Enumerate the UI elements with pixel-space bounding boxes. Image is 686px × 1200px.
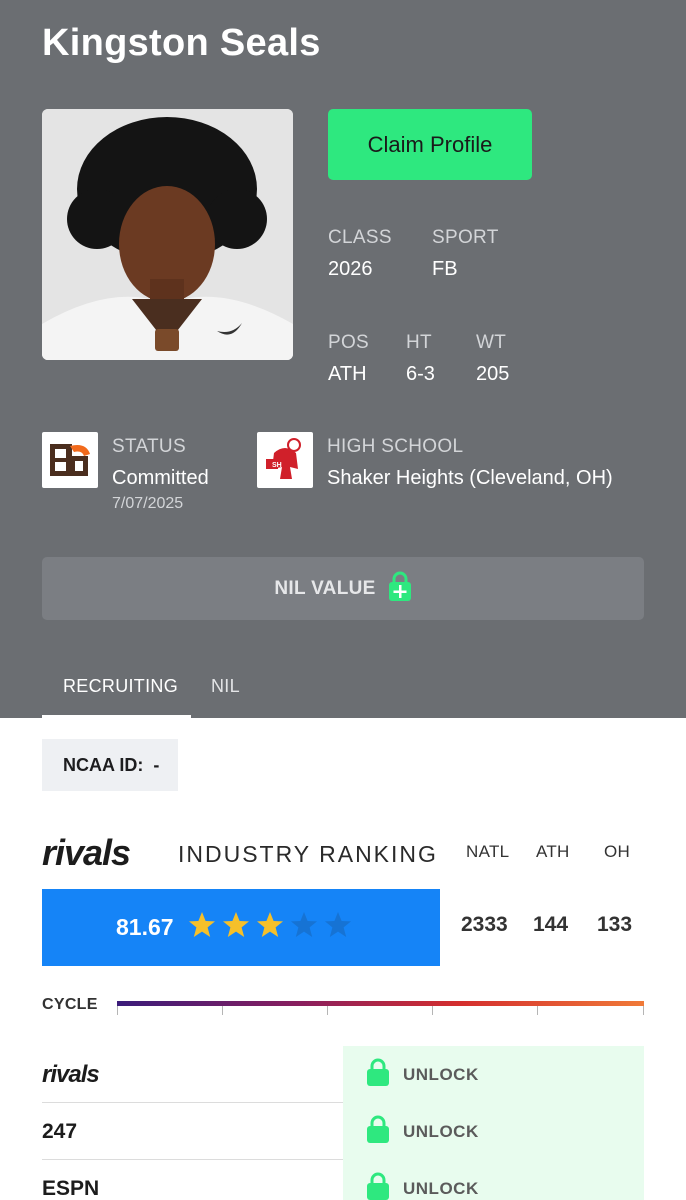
rank-pos: 144 xyxy=(533,913,569,936)
service-row-rivals: rivals UNLOCK xyxy=(42,1046,644,1103)
rating-score: 81.67 xyxy=(116,914,174,940)
star-icon xyxy=(290,911,318,944)
cycle-tick xyxy=(643,1006,644,1015)
cycle-tick xyxy=(327,1006,328,1015)
cycle-tick xyxy=(432,1006,433,1015)
unlock-label: UNLOCK xyxy=(403,1121,479,1141)
wt-value: 205 xyxy=(476,363,510,385)
service-row-247: 247 UNLOCK xyxy=(42,1103,644,1160)
class-value: 2026 xyxy=(328,258,373,280)
wt-label: WT xyxy=(476,332,507,353)
service-name: ESPN xyxy=(42,1176,100,1200)
cycle-timeline xyxy=(117,1001,644,1006)
team-logo[interactable] xyxy=(42,432,98,488)
cycle-label: CYCLE xyxy=(42,996,98,1013)
col-pos: ATH xyxy=(536,842,570,861)
commit-date: 7/07/2025 xyxy=(112,495,184,512)
lock-icon xyxy=(367,1115,389,1148)
nil-value-label: NIL VALUE xyxy=(274,577,376,599)
service-name: 247 xyxy=(42,1119,78,1143)
star-icon xyxy=(256,911,284,944)
player-photo xyxy=(42,109,293,360)
cycle-tick xyxy=(117,1006,118,1015)
industry-ranking-title: INDUSTRY RANKING xyxy=(178,841,438,867)
nil-value-bar[interactable]: NIL VALUE xyxy=(42,557,644,620)
rank-state: 133 xyxy=(597,913,633,936)
unlock-button[interactable]: UNLOCK xyxy=(343,1160,644,1200)
school-logo[interactable]: SH xyxy=(257,432,313,488)
ht-label: HT xyxy=(406,332,432,353)
ncaa-id-value: - xyxy=(153,754,160,775)
cycle-tick xyxy=(222,1006,223,1015)
status-label: STATUS xyxy=(112,436,186,457)
col-natl: NATL xyxy=(466,842,510,861)
high-school-value: Shaker Heights (Cleveland, OH) xyxy=(327,467,613,489)
lock-icon xyxy=(367,1172,389,1200)
tab-nil[interactable]: NIL xyxy=(211,676,240,718)
col-state: OH xyxy=(604,842,631,861)
profile-header: Kingston Seals Claim Profile CLASS 2026 … xyxy=(0,0,686,718)
tab-recruiting[interactable]: RECRUITING xyxy=(42,676,191,718)
rivals-logo-small: rivals xyxy=(42,1060,100,1088)
star-rating xyxy=(188,911,352,944)
ncaa-id-label: NCAA ID: xyxy=(63,754,144,775)
star-icon xyxy=(222,911,250,944)
high-school-label: HIGH SCHOOL xyxy=(327,436,464,457)
rating-bar: 81.67 xyxy=(42,889,440,966)
lock-icon xyxy=(367,1058,389,1091)
star-icon xyxy=(324,911,352,944)
service-row-espn: ESPN UNLOCK xyxy=(42,1160,644,1200)
claim-profile-button[interactable]: Claim Profile xyxy=(328,109,532,180)
rivals-logo: rivals xyxy=(42,832,131,873)
svg-text:SH: SH xyxy=(272,462,282,469)
unlock-button[interactable]: UNLOCK xyxy=(343,1103,644,1160)
pos-value: ATH xyxy=(328,363,367,385)
star-icon xyxy=(188,911,216,944)
sport-value: FB xyxy=(432,258,458,280)
lock-plus-icon xyxy=(388,570,412,607)
sport-label: SPORT xyxy=(432,227,499,248)
ht-value: 6-3 xyxy=(406,363,435,385)
unlock-label: UNLOCK xyxy=(403,1064,479,1084)
unlock-label: UNLOCK xyxy=(403,1178,479,1198)
ncaa-id-badge: NCAA ID: - xyxy=(42,739,178,791)
unlock-button[interactable]: UNLOCK xyxy=(343,1046,644,1103)
rank-natl: 2333 xyxy=(461,913,508,936)
class-label: CLASS xyxy=(328,227,392,248)
player-name: Kingston Seals xyxy=(42,22,321,64)
service-name: rivals xyxy=(42,1046,100,1103)
status-value: Committed xyxy=(112,467,209,489)
cycle-tick xyxy=(537,1006,538,1015)
pos-label: POS xyxy=(328,332,370,353)
